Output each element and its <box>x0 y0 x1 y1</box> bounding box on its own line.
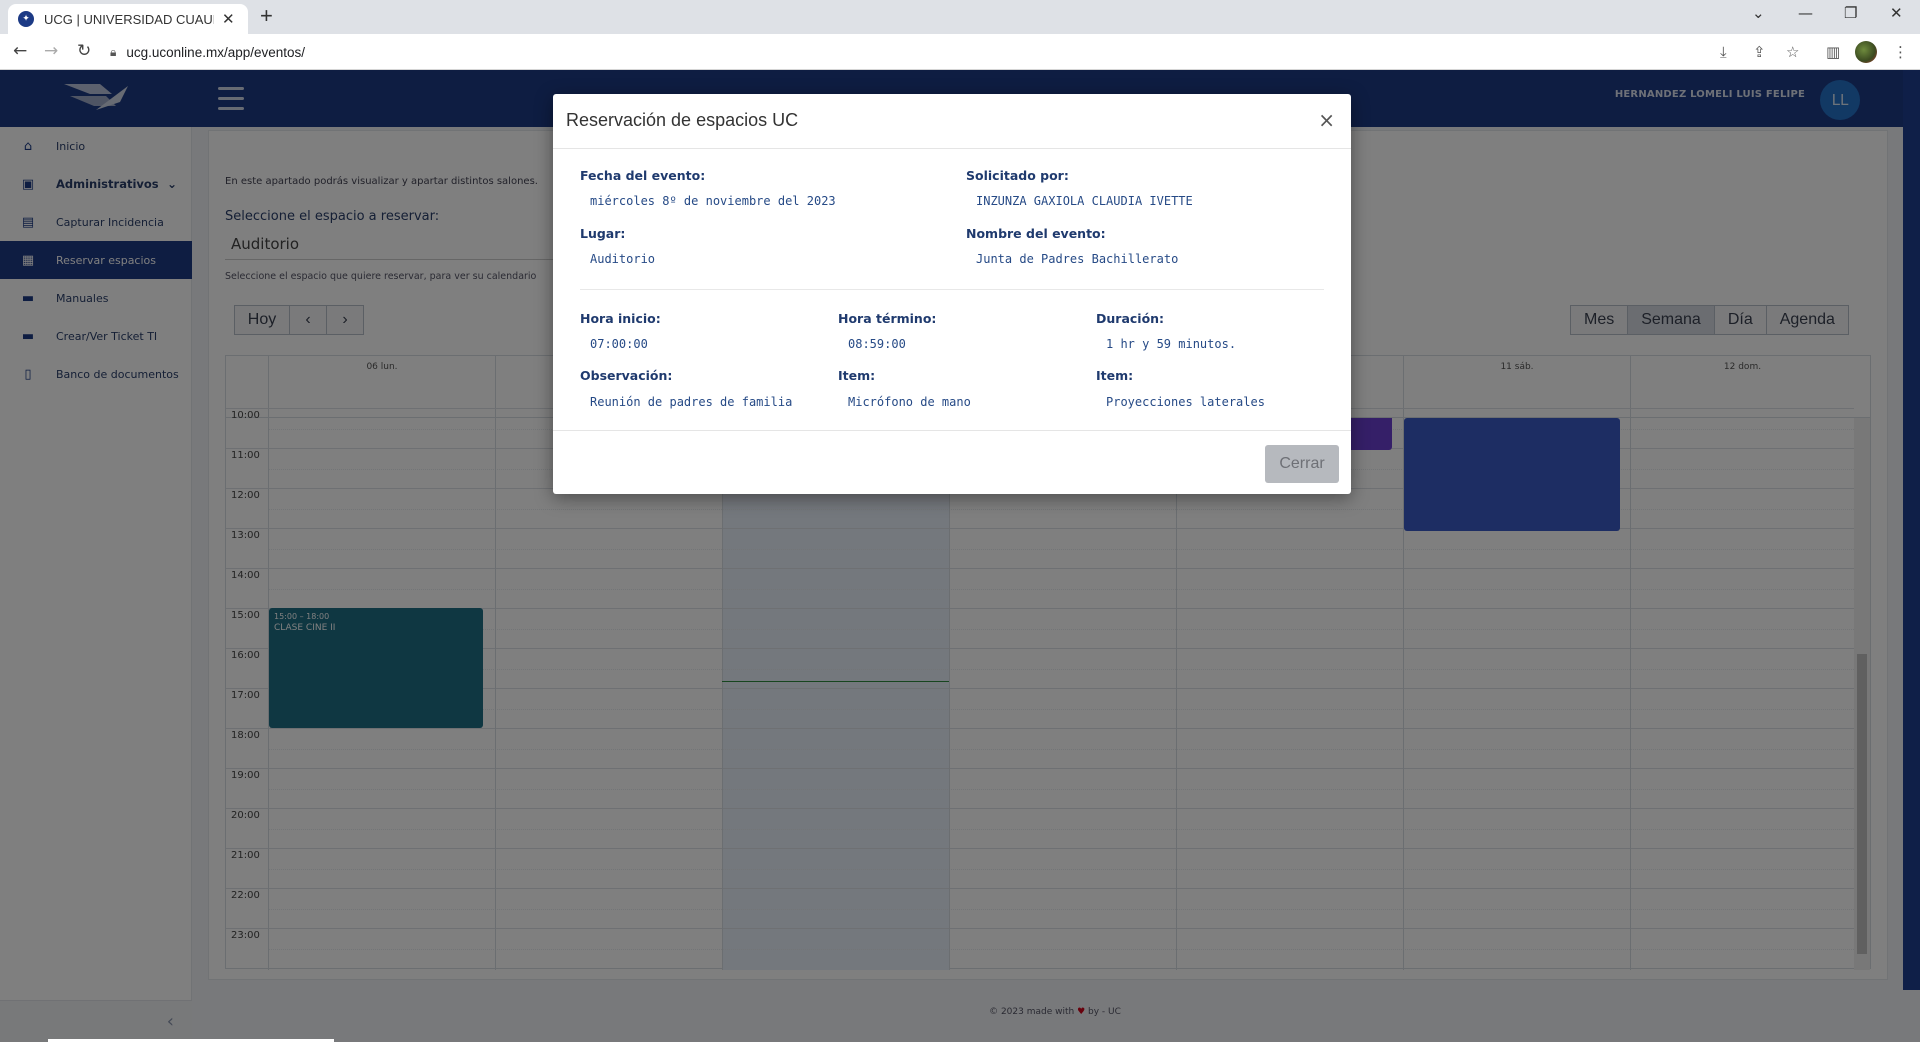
url-text: ucg.uconline.mx/app/eventos/ <box>126 44 306 60</box>
page-scrollbar[interactable] <box>1903 70 1920 990</box>
browser-tab[interactable]: ✦ UCG | UNIVERSIDAD CUAUHTÉMOC ✕ <box>8 4 248 34</box>
start-time-value: 07:00:00 <box>590 337 648 351</box>
tab-title: UCG | UNIVERSIDAD CUAUHTÉMOC <box>44 11 214 27</box>
item-label: Item: <box>838 368 876 383</box>
reservation-modal: Reservación de espacios UC × Fecha del e… <box>553 94 1351 494</box>
item-value: Proyecciones laterales <box>1106 395 1265 409</box>
start-time-label: Hora inicio: <box>580 311 661 326</box>
requested-by-label: Solicitado por: <box>966 168 1069 183</box>
browser-menu-icon[interactable]: ⋮ <box>1893 43 1908 61</box>
back-icon[interactable]: ← <box>13 41 27 61</box>
modal-title: Reservación de espacios UC <box>566 110 799 130</box>
end-time-value: 08:59:00 <box>848 337 906 351</box>
lock-icon: 🔒︎ <box>110 44 117 59</box>
duration-label: Duración: <box>1096 311 1165 326</box>
item-value: Micrófono de mano <box>848 395 971 409</box>
forward-icon[interactable]: → <box>44 41 58 61</box>
bookmark-star-icon[interactable]: ☆ <box>1786 43 1799 61</box>
reload-icon[interactable]: ↻ <box>77 41 91 61</box>
place-value: Auditorio <box>590 252 656 266</box>
tab-close-icon[interactable]: ✕ <box>222 10 235 28</box>
close-window-button[interactable]: ✕ <box>1890 4 1903 22</box>
browser-profile-avatar[interactable] <box>1855 41 1877 63</box>
restore-button[interactable]: ❐ <box>1844 4 1857 22</box>
modal-header: Reservación de espacios UC × <box>553 94 1351 149</box>
event-date-label: Fecha del evento: <box>580 168 706 183</box>
tab-search-icon[interactable]: ⌄ <box>1752 4 1765 22</box>
close-icon[interactable]: × <box>1318 108 1335 132</box>
modal-footer: Cerrar <box>553 430 1351 494</box>
observation-value: Reunión de padres de familia <box>590 395 793 409</box>
share-icon[interactable]: ⇪ <box>1753 43 1766 61</box>
requested-by-value: INZUNZA GAXIOLA CLAUDIA IVETTE <box>976 194 1193 208</box>
item-label: Item: <box>1096 368 1134 383</box>
event-name-value: Junta de Padres Bachillerato <box>976 252 1179 266</box>
download-icon[interactable]: ⤓ <box>1720 43 1727 61</box>
new-tab-button[interactable]: + <box>260 3 273 29</box>
event-date-value: miércoles 8º de noviembre del 2023 <box>590 194 836 208</box>
url-field[interactable]: 🔒︎ ucg.uconline.mx/app/eventos/ <box>110 39 1690 65</box>
end-time-label: Hora término: <box>838 311 937 326</box>
browser-tab-bar: ✦ UCG | UNIVERSIDAD CUAUHTÉMOC ✕ + ⌄ — ❐… <box>0 0 1920 34</box>
close-button[interactable]: Cerrar <box>1265 445 1339 483</box>
duration-value: 1 hr y 59 minutos. <box>1106 337 1237 351</box>
side-panel-icon[interactable]: ▥ <box>1826 43 1840 61</box>
place-label: Lugar: <box>580 226 626 241</box>
address-bar: ← → ↻ 🔒︎ ucg.uconline.mx/app/eventos/ ⤓ … <box>0 34 1920 70</box>
minimize-button[interactable]: — <box>1798 4 1813 22</box>
favicon-icon: ✦ <box>18 11 34 27</box>
modal-divider <box>580 289 1324 290</box>
observation-label: Observación: <box>580 368 673 383</box>
event-name-label: Nombre del evento: <box>966 226 1106 241</box>
